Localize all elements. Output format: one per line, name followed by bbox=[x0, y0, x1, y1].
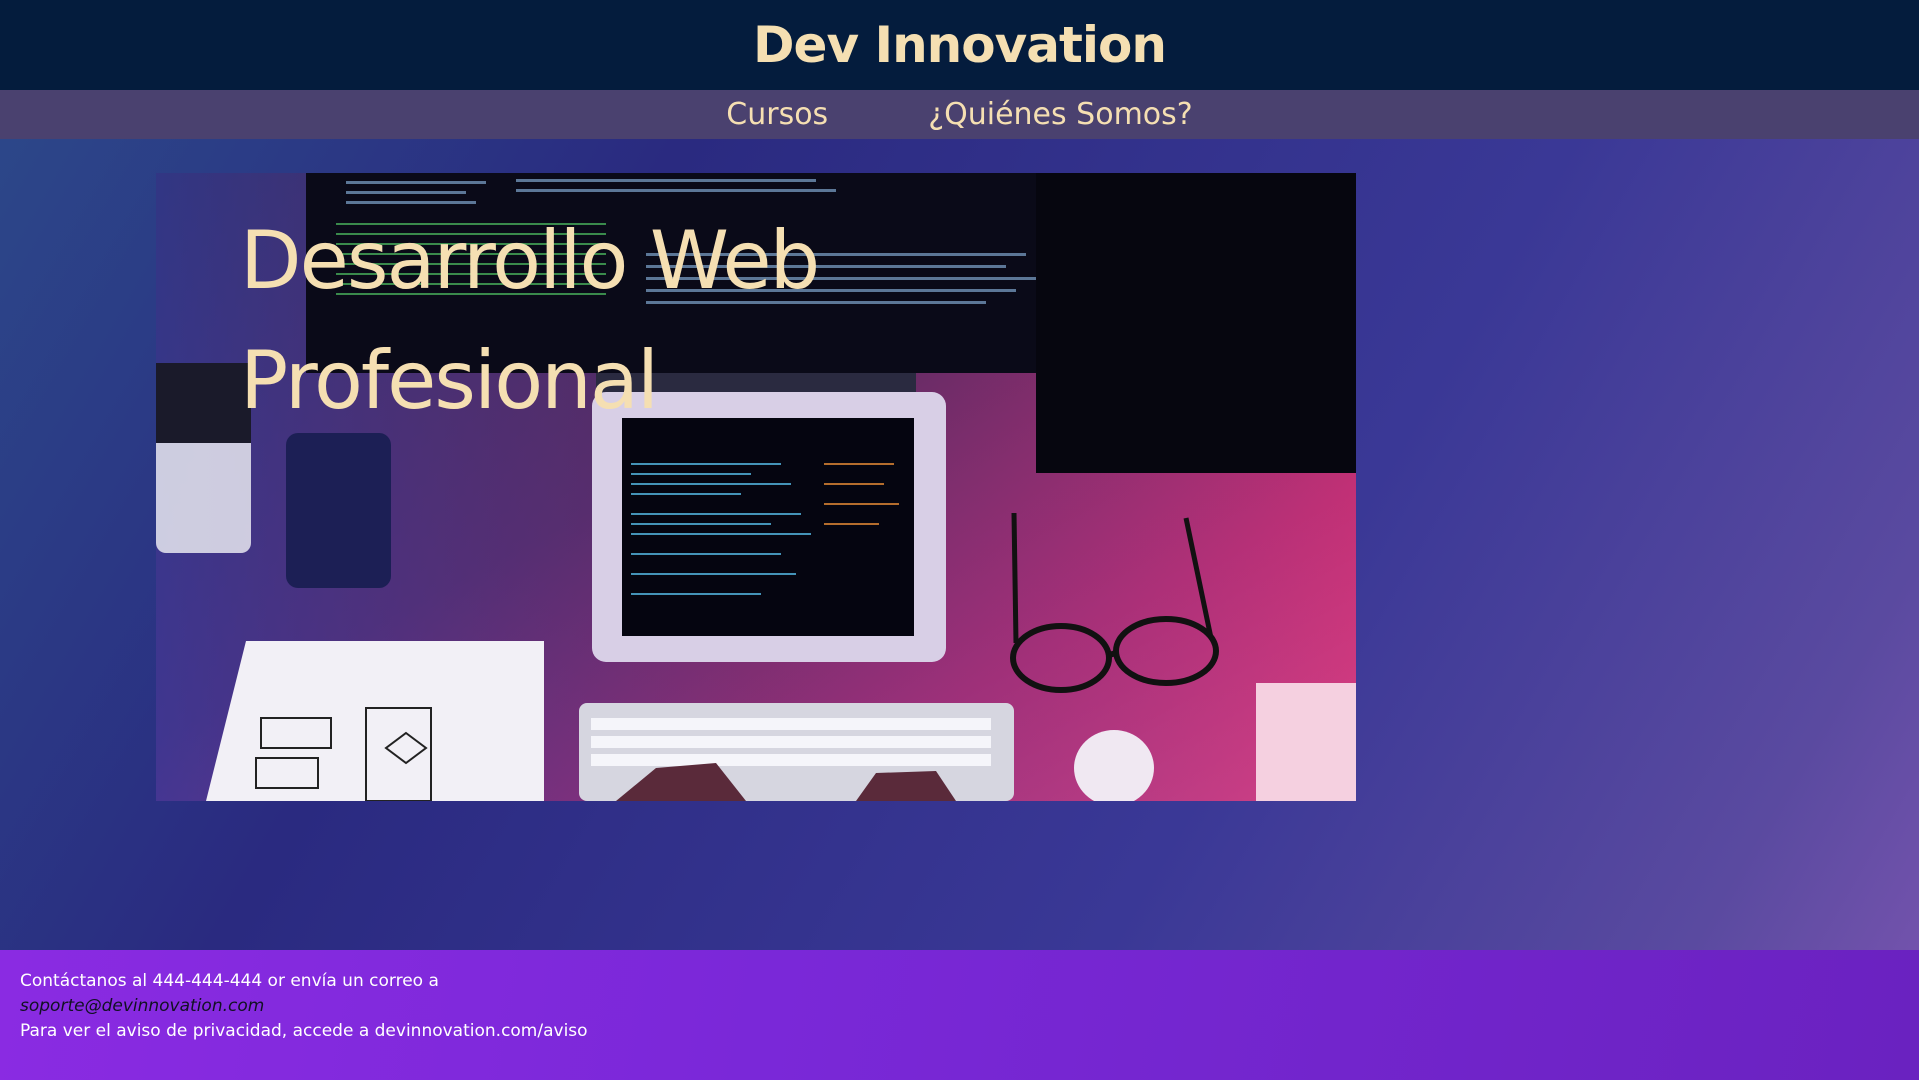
nav-link-cursos[interactable]: Cursos bbox=[726, 97, 828, 132]
footer-privacy-text: Para ver el aviso de privacidad, accede … bbox=[20, 1021, 588, 1041]
site-footer: Contáctanos al 444-444-444 or envía un c… bbox=[0, 950, 1919, 1080]
hero-heading: Desarrollo Web Profesional bbox=[240, 214, 820, 427]
nav-link-quienes-somos[interactable]: ¿Quiénes Somos? bbox=[928, 97, 1193, 132]
site-title[interactable]: Dev Innovation bbox=[753, 16, 1167, 74]
footer-contact-text: Contáctanos al 444-444-444 or envía un c… bbox=[20, 971, 439, 991]
main-nav: Cursos ¿Quiénes Somos? bbox=[0, 90, 1919, 139]
footer-email[interactable]: soporte@devinnovation.com bbox=[20, 994, 1899, 1019]
site-header: Dev Innovation bbox=[0, 0, 1919, 90]
hero-banner: Desarrollo Web Profesional bbox=[156, 173, 1356, 801]
